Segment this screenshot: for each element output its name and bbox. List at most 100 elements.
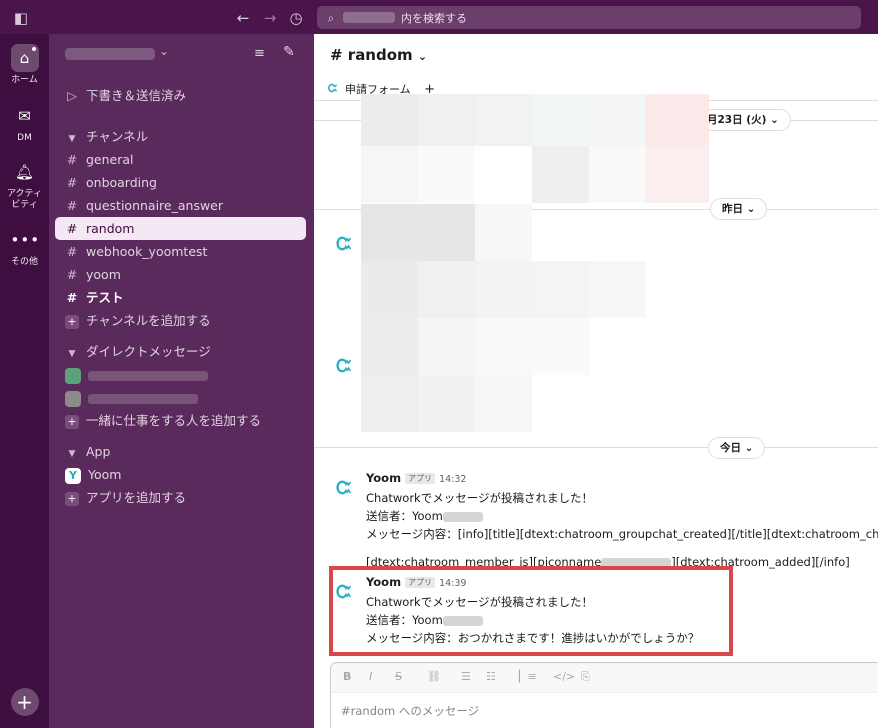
hash-icon: #: [66, 267, 78, 282]
timestamp[interactable]: 14:32: [439, 474, 466, 485]
add-people-label: 一緒に仕事をする人を追加する: [86, 413, 262, 428]
sidebar-item-drafts[interactable]: ▷ 下書き＆送信済み: [55, 84, 306, 107]
nav-rail: ⌂ ホーム ✉ DM 🔔︎ アクティ ビティ ••• その他 +: [0, 34, 49, 728]
plus-icon: +: [65, 415, 79, 429]
sidebar-item-test[interactable]: # テスト: [55, 286, 306, 309]
date-label: 昨日: [722, 203, 743, 215]
section-app-header[interactable]: ▼ App: [55, 440, 306, 463]
sidebar-item-webhook-yoomtest[interactable]: # webhook_yoomtest: [55, 240, 306, 263]
hash-icon: #: [66, 244, 78, 259]
bulleted-list-icon[interactable]: ☷: [486, 670, 496, 683]
section-dm-header[interactable]: ▼ ダイレクトメッセージ: [55, 340, 306, 363]
yoom-app-avatar[interactable]: Ꮸ: [334, 356, 354, 377]
hash-icon: #: [66, 290, 78, 305]
channel-title-text: # random: [330, 46, 413, 64]
sidebar-app-yoom[interactable]: Y Yoom: [55, 463, 306, 486]
rail-dm[interactable]: ✉ DM: [0, 102, 49, 144]
avatar: [65, 367, 81, 384]
workspace-name-redacted: [343, 12, 395, 23]
date-pill-today[interactable]: 今日 ⌄: [708, 437, 766, 459]
channel-label: yoom: [86, 267, 121, 282]
compose-icon[interactable]: ✎: [283, 44, 295, 60]
rail-create[interactable]: +: [0, 688, 49, 716]
message-composer[interactable]: B I S ⛓ ☰ ☷ ▏≡ </> ⎘ #random へのメッセージ: [330, 662, 878, 728]
search-bar[interactable]: ⌕ 内を検索する: [317, 6, 861, 29]
date-pill-yesterday[interactable]: 昨日 ⌄: [710, 198, 768, 220]
add-app-button[interactable]: + アプリを追加する: [55, 486, 306, 509]
channel-view: # random ⌄ Ꮸ 申請フォーム + 月23日 (火) ⌄ 昨日 ⌄ Ꮸ …: [314, 34, 878, 728]
link-icon[interactable]: ⛓: [427, 670, 441, 683]
slack-window: ◧ ← → ◷ ⌕ 内を検索する ⌂ ホーム ✉ DM 🔔︎ アクティ ビティ …: [0, 0, 878, 728]
filter-icon[interactable]: ≡: [254, 46, 265, 61]
plus-icon: +: [65, 492, 79, 506]
chevron-down-icon[interactable]: ⌄: [159, 44, 169, 58]
workspace-name-redacted[interactable]: [65, 48, 155, 60]
sidebar-dm-redacted-1[interactable]: [55, 363, 306, 386]
section-label: App: [86, 444, 111, 459]
sidebar-item-yoom[interactable]: # yoom: [55, 263, 306, 286]
channel-label: webhook_yoomtest: [86, 244, 208, 259]
section-label: ダイレクトメッセージ: [86, 344, 211, 359]
yoom-logo-icon: Ꮸ: [328, 82, 338, 95]
sidebar-item-questionnaire-answer[interactable]: # questionnaire_answer: [55, 194, 306, 217]
avatar: [65, 390, 81, 407]
dm-name-redacted: [88, 393, 198, 404]
rail-dm-label: DM: [17, 133, 32, 143]
sidebar-dm-redacted-2[interactable]: [55, 386, 306, 409]
yoom-app-avatar[interactable]: Ꮸ: [334, 234, 354, 255]
yoom-logo-icon: Y: [65, 467, 81, 484]
add-channel-button[interactable]: + チャンネルを追加する: [55, 309, 306, 332]
section-label: チャンネル: [86, 129, 149, 144]
channel-sidebar: ⌄ ≡ ✎ ▷ 下書き＆送信済み ▼ チャンネル # general # onboard…: [49, 34, 314, 728]
redacted-content-mosaic: [361, 94, 709, 434]
search-icon: ⌕: [327, 11, 335, 25]
back-arrow-icon[interactable]: ←: [234, 9, 252, 27]
app-label: Yoom: [88, 467, 122, 482]
sidebar-toggle-icon[interactable]: ◧: [12, 9, 30, 27]
sidebar-item-general[interactable]: # general: [55, 148, 306, 171]
date-label: 今日: [720, 442, 741, 454]
app-badge: アプリ: [405, 473, 436, 484]
channel-title[interactable]: # random ⌄: [330, 46, 427, 64]
dm-name-redacted: [88, 370, 208, 381]
sidebar-item-onboarding[interactable]: # onboarding: [55, 171, 306, 194]
highlight-box: [329, 566, 733, 656]
message-input[interactable]: #random へのメッセージ: [341, 703, 479, 719]
rail-more-label: その他: [10, 257, 38, 267]
message-line: 送信者：Yoom: [366, 509, 443, 523]
ordered-list-icon[interactable]: ☰: [461, 670, 471, 683]
rail-home-label: ホーム: [11, 75, 38, 85]
channel-label: random: [86, 221, 135, 236]
hash-icon: #: [66, 175, 78, 190]
rail-home[interactable]: ⌂ ホーム: [0, 44, 49, 86]
home-icon: ⌂: [10, 44, 39, 72]
section-channels-header[interactable]: ▼ チャンネル: [55, 125, 306, 148]
add-people-button[interactable]: + 一緒に仕事をする人を追加する: [55, 409, 306, 432]
sender-name[interactable]: Yoom: [366, 471, 401, 485]
history-icon[interactable]: ◷: [287, 9, 305, 27]
strikethrough-icon[interactable]: S: [395, 670, 402, 683]
formatting-toolbar: B I S ⛓ ☰ ☷ ▏≡ </> ⎘: [331, 663, 878, 693]
yoom-app-avatar[interactable]: Ꮸ: [334, 478, 354, 499]
message-1: Yoom アプリ 14:32 Chatworkでメッセージが投稿されました！ 送信者…: [366, 469, 878, 571]
date-divider: [314, 447, 878, 448]
italic-icon[interactable]: I: [369, 670, 372, 683]
redacted-text: [442, 511, 483, 522]
rail-activity[interactable]: 🔔︎ アクティ ビティ: [0, 158, 49, 211]
hash-icon: #: [66, 152, 78, 167]
sidebar-item-random[interactable]: # random: [55, 217, 306, 240]
rail-more[interactable]: ••• その他: [0, 226, 49, 268]
forward-arrow-icon[interactable]: →: [261, 9, 279, 27]
blockquote-icon[interactable]: ▏≡: [519, 670, 537, 683]
code-icon[interactable]: </>: [553, 670, 575, 683]
code-block-icon[interactable]: ⎘: [581, 670, 590, 684]
channel-label: onboarding: [86, 175, 157, 190]
bold-icon[interactable]: B: [343, 670, 351, 683]
date-label: 月23日 (火): [707, 114, 767, 126]
sidebar-item-label: 下書き＆送信済み: [86, 88, 187, 103]
channel-label: general: [86, 152, 134, 167]
hash-icon: #: [66, 198, 78, 213]
chevron-down-icon: ⌄: [417, 50, 428, 63]
channel-label: テスト: [86, 290, 124, 305]
plus-icon: +: [65, 315, 79, 329]
